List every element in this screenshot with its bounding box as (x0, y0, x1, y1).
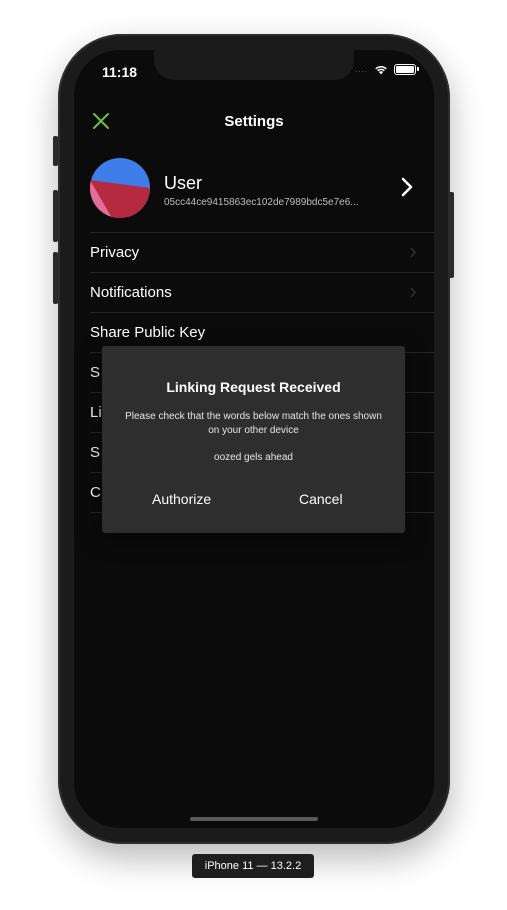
power-button (449, 192, 454, 278)
settings-item-label: Li (90, 404, 102, 421)
settings-item-label: S (90, 444, 101, 461)
chevron-right-icon (410, 247, 416, 258)
phone-screen: 11:18 .... Settings User 05cc44ce9415863… (74, 50, 434, 828)
device-label: iPhone 11 — 13.2.2 (192, 854, 314, 878)
mute-switch (53, 136, 58, 166)
volume-down-button (53, 252, 58, 304)
battery-icon (394, 64, 419, 75)
settings-item-label: Share Public Key (90, 324, 206, 341)
status-indicators: .... (355, 64, 419, 75)
settings-item-privacy[interactable]: Privacy (90, 232, 434, 272)
cancel-button[interactable]: Cancel (299, 491, 343, 507)
settings-item-notifications[interactable]: Notifications (90, 272, 434, 312)
volume-up-button (53, 190, 58, 242)
profile-public-key: 05cc44ce9415863ec102de7989bdc5e7e6... (164, 197, 359, 208)
linking-request-dialog: Linking Request Received Please check th… (102, 346, 405, 533)
settings-item-label: Privacy (90, 244, 140, 261)
status-time: 11:18 (102, 64, 138, 80)
settings-item-label: S (90, 364, 101, 381)
home-indicator[interactable] (190, 817, 318, 821)
chevron-right-icon (410, 287, 416, 298)
chevron-right-icon (401, 177, 413, 197)
wifi-icon (375, 65, 387, 75)
cellular-signal-icon: .... (355, 65, 368, 74)
settings-item-label: Notifications (90, 284, 172, 301)
avatar (90, 158, 150, 218)
dialog-title: Linking Request Received (166, 379, 341, 395)
avatar-pattern (90, 158, 150, 218)
page-title: Settings (224, 113, 284, 130)
dialog-verification-words: oozed gels ahead (214, 452, 293, 463)
notch (154, 50, 354, 80)
profile-row[interactable]: User 05cc44ce9415863ec102de7989bdc5e7e6.… (90, 158, 434, 228)
simulator-stage: 11:18 .... Settings User 05cc44ce9415863… (0, 0, 507, 910)
dialog-message: Please check that the words below match … (125, 411, 382, 436)
settings-item-label: C (90, 484, 101, 501)
profile-name: User (164, 173, 203, 193)
authorize-button[interactable]: Authorize (152, 491, 211, 507)
